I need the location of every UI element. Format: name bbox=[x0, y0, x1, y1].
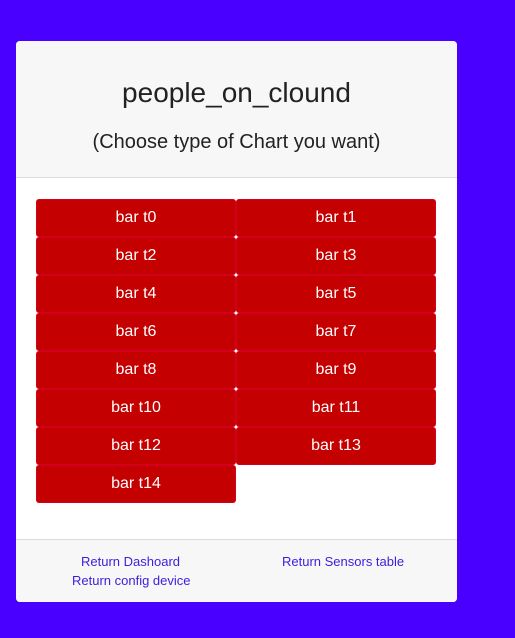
page-title: people_on_clound bbox=[122, 77, 351, 108]
card-header: people_on_clound (Choose type of Chart y… bbox=[16, 41, 457, 178]
chart-button[interactable]: bar t7 bbox=[236, 313, 436, 351]
chart-button[interactable]: bar t10 bbox=[36, 389, 236, 427]
return-config-device-link[interactable]: Return config device bbox=[72, 573, 191, 588]
return-dashboard-link[interactable]: Return Dashoard bbox=[81, 554, 180, 569]
chart-button[interactable]: bar t12 bbox=[36, 427, 236, 465]
chart-button-grid: bar t0 bar t1 bar t2 bar t3 bar t4 bar t5 bar … bbox=[36, 199, 436, 503]
page-subtitle: (Choose type of Chart you want) bbox=[92, 131, 381, 153]
chart-button[interactable]: bar t14 bbox=[36, 465, 236, 503]
chart-button[interactable]: bar t9 bbox=[236, 351, 436, 389]
chart-button[interactable]: bar t11 bbox=[236, 389, 436, 427]
chart-type-card: people_on_clound (Choose type of Chart y… bbox=[16, 41, 457, 602]
chart-button[interactable]: bar t4 bbox=[36, 275, 236, 313]
card-footer: Return Dashoard Return Sensors table Ret… bbox=[16, 539, 457, 602]
chart-button[interactable]: bar t0 bbox=[36, 199, 236, 237]
chart-button[interactable]: bar t13 bbox=[236, 427, 436, 465]
chart-button[interactable]: bar t5 bbox=[236, 275, 436, 313]
return-sensors-table-link[interactable]: Return Sensors table bbox=[282, 554, 404, 569]
chart-button[interactable]: bar t8 bbox=[36, 351, 236, 389]
chart-button[interactable]: bar t3 bbox=[236, 237, 436, 275]
card-body: bar t0 bar t1 bar t2 bar t3 bar t4 bar t5 bar … bbox=[36, 199, 436, 503]
chart-button[interactable]: bar t2 bbox=[36, 237, 236, 275]
chart-button[interactable]: bar t1 bbox=[236, 199, 436, 237]
chart-button[interactable]: bar t6 bbox=[36, 313, 236, 351]
